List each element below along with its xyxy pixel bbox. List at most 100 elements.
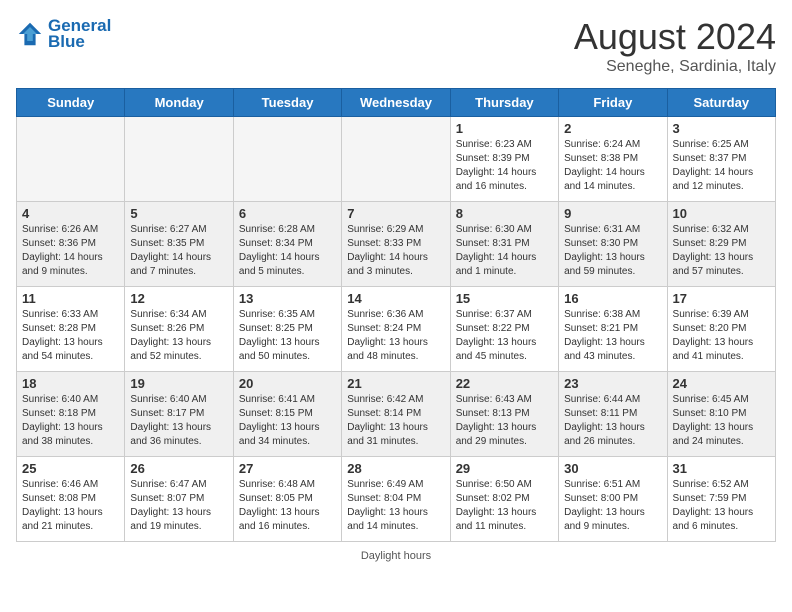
day-number: 8 [456, 206, 553, 221]
day-number: 13 [239, 291, 336, 306]
cell-info: Sunrise: 6:35 AMSunset: 8:25 PMDaylight:… [239, 308, 336, 364]
calendar-cell: 25 Sunrise: 6:46 AMSunset: 8:08 PMDayligh… [17, 457, 125, 542]
cell-info: Sunrise: 6:28 AMSunset: 8:34 PMDaylight:… [239, 223, 336, 279]
logo-text: General Blue [48, 16, 111, 52]
day-number: 4 [22, 206, 119, 221]
calendar-cell [17, 117, 125, 202]
cell-info: Sunrise: 6:51 AMSunset: 8:00 PMDaylight:… [564, 478, 661, 534]
calendar-cell: 23 Sunrise: 6:44 AMSunset: 8:11 PMDayligh… [559, 372, 667, 457]
day-number: 1 [456, 121, 553, 136]
cell-info: Sunrise: 6:52 AMSunset: 7:59 PMDaylight:… [673, 478, 770, 534]
day-header-monday: Monday [125, 89, 233, 117]
day-number: 30 [564, 461, 661, 476]
calendar-cell: 8 Sunrise: 6:30 AMSunset: 8:31 PMDaylight… [450, 202, 558, 287]
cell-info: Sunrise: 6:39 AMSunset: 8:20 PMDaylight:… [673, 308, 770, 364]
calendar-cell: 11 Sunrise: 6:33 AMSunset: 8:28 PMDayligh… [17, 287, 125, 372]
day-number: 20 [239, 376, 336, 391]
day-number: 31 [673, 461, 770, 476]
calendar-cell: 5Sunrise: 6:27 AMSunset: 8:35 PMDaylight… [125, 202, 233, 287]
day-number: 18 [22, 376, 119, 391]
cell-info: Sunrise: 6:36 AMSunset: 8:24 PMDaylight:… [347, 308, 444, 364]
week-row-3: 11 Sunrise: 6:33 AMSunset: 8:28 PMDayligh… [17, 287, 776, 372]
calendar-cell: 26 Sunrise: 6:47 AMSunset: 8:07 PMDayligh… [125, 457, 233, 542]
cell-info: Sunrise: 6:31 AMSunset: 8:30 PMDaylight:… [564, 223, 661, 279]
calendar-cell [125, 117, 233, 202]
calendar-cell [342, 117, 450, 202]
day-number: 6 [239, 206, 336, 221]
cell-info: Sunrise: 6:46 AMSunset: 8:08 PMDaylight:… [22, 478, 119, 534]
cell-info: Sunrise: 6:49 AMSunset: 8:04 PMDaylight:… [347, 478, 444, 534]
calendar-cell: 13 Sunrise: 6:35 AMSunset: 8:25 PMDayligh… [233, 287, 341, 372]
day-number: 29 [456, 461, 553, 476]
day-number: 3 [673, 121, 770, 136]
day-number: 26 [130, 461, 227, 476]
calendar-cell: 29Sunrise: 6:50 AMSunset: 8:02 PMDayligh… [450, 457, 558, 542]
cell-info: Sunrise: 6:40 AMSunset: 8:17 PMDaylight:… [130, 393, 227, 449]
cell-info: Sunrise: 6:29 AMSunset: 8:33 PMDaylight:… [347, 223, 444, 279]
cell-info: Sunrise: 6:41 AMSunset: 8:15 PMDaylight:… [239, 393, 336, 449]
cell-info: Sunrise: 6:30 AMSunset: 8:31 PMDaylight:… [456, 223, 553, 279]
logo-icon [16, 20, 44, 48]
calendar-cell: 24 Sunrise: 6:45 AMSunset: 8:10 PMDayligh… [667, 372, 775, 457]
cell-info: Sunrise: 6:33 AMSunset: 8:28 PMDaylight:… [22, 308, 119, 364]
day-number: 22 [456, 376, 553, 391]
cell-info: Sunrise: 6:26 AMSunset: 8:36 PMDaylight:… [22, 223, 119, 279]
footer: Daylight hours [16, 550, 776, 562]
day-header-saturday: Saturday [667, 89, 775, 117]
day-number: 17 [673, 291, 770, 306]
week-row-5: 25 Sunrise: 6:46 AMSunset: 8:08 PMDayligh… [17, 457, 776, 542]
logo: General Blue [16, 16, 111, 52]
day-number: 15 [456, 291, 553, 306]
day-number: 25 [22, 461, 119, 476]
calendar-cell: 21Sunrise: 6:42 AMSunset: 8:14 PMDayligh… [342, 372, 450, 457]
calendar-cell: 3 Sunrise: 6:25 AMSunset: 8:37 PMDaylight… [667, 117, 775, 202]
calendar-cell: 6 Sunrise: 6:28 AMSunset: 8:34 PMDaylight… [233, 202, 341, 287]
cell-info: Sunrise: 6:24 AMSunset: 8:38 PMDaylight:… [564, 138, 661, 194]
calendar-cell: 2Sunrise: 6:24 AMSunset: 8:38 PMDaylight… [559, 117, 667, 202]
calendar-cell: 15Sunrise: 6:37 AMSunset: 8:22 PMDayligh… [450, 287, 558, 372]
cell-info: Sunrise: 6:25 AMSunset: 8:37 PMDaylight:… [673, 138, 770, 194]
cell-info: Sunrise: 6:44 AMSunset: 8:11 PMDaylight:… [564, 393, 661, 449]
cell-info: Sunrise: 6:32 AMSunset: 8:29 PMDaylight:… [673, 223, 770, 279]
month-year-title: August 2024 [574, 16, 776, 58]
day-number: 10 [673, 206, 770, 221]
day-number: 11 [22, 291, 119, 306]
cell-info: Sunrise: 6:42 AMSunset: 8:14 PMDaylight:… [347, 393, 444, 449]
week-row-2: 4 Sunrise: 6:26 AMSunset: 8:36 PMDaylight… [17, 202, 776, 287]
cell-info: Sunrise: 6:43 AMSunset: 8:13 PMDaylight:… [456, 393, 553, 449]
cell-info: Sunrise: 6:23 AMSunset: 8:39 PMDaylight:… [456, 138, 553, 194]
calendar-cell: 14 Sunrise: 6:36 AMSunset: 8:24 PMDayligh… [342, 287, 450, 372]
day-number: 28 [347, 461, 444, 476]
cell-info: Sunrise: 6:38 AMSunset: 8:21 PMDaylight:… [564, 308, 661, 364]
day-number: 27 [239, 461, 336, 476]
day-number: 16 [564, 291, 661, 306]
cell-info: Sunrise: 6:45 AMSunset: 8:10 PMDaylight:… [673, 393, 770, 449]
day-number: 14 [347, 291, 444, 306]
location-subtitle: Seneghe, Sardinia, Italy [574, 58, 776, 76]
title-section: August 2024 Seneghe, Sardinia, Italy [574, 16, 776, 76]
day-header-sunday: Sunday [17, 89, 125, 117]
calendar-cell: 19 Sunrise: 6:40 AMSunset: 8:17 PMDayligh… [125, 372, 233, 457]
footer-label: Daylight hours [361, 550, 431, 562]
calendar-cell: 18 Sunrise: 6:40 AMSunset: 8:18 PMDayligh… [17, 372, 125, 457]
calendar-cell: 1 Sunrise: 6:23 AMSunset: 8:39 PMDaylight… [450, 117, 558, 202]
day-header-tuesday: Tuesday [233, 89, 341, 117]
day-number: 23 [564, 376, 661, 391]
day-header-thursday: Thursday [450, 89, 558, 117]
day-number: 7 [347, 206, 444, 221]
calendar-cell [233, 117, 341, 202]
day-number: 24 [673, 376, 770, 391]
calendar-cell: 12Sunrise: 6:34 AMSunset: 8:26 PMDayligh… [125, 287, 233, 372]
week-row-1: 1 Sunrise: 6:23 AMSunset: 8:39 PMDaylight… [17, 117, 776, 202]
cell-info: Sunrise: 6:40 AMSunset: 8:18 PMDaylight:… [22, 393, 119, 449]
day-number: 5 [130, 206, 227, 221]
calendar-cell: 28 Sunrise: 6:49 AMSunset: 8:04 PMDayligh… [342, 457, 450, 542]
day-header-friday: Friday [559, 89, 667, 117]
page-header: General Blue August 2024 Seneghe, Sardin… [16, 16, 776, 76]
calendar-cell: 30 Sunrise: 6:51 AMSunset: 8:00 PMDayligh… [559, 457, 667, 542]
day-number: 19 [130, 376, 227, 391]
day-number: 12 [130, 291, 227, 306]
calendar-cell: 20 Sunrise: 6:41 AMSunset: 8:15 PMDayligh… [233, 372, 341, 457]
cell-info: Sunrise: 6:47 AMSunset: 8:07 PMDaylight:… [130, 478, 227, 534]
calendar-cell: 22 Sunrise: 6:43 AMSunset: 8:13 PMDayligh… [450, 372, 558, 457]
